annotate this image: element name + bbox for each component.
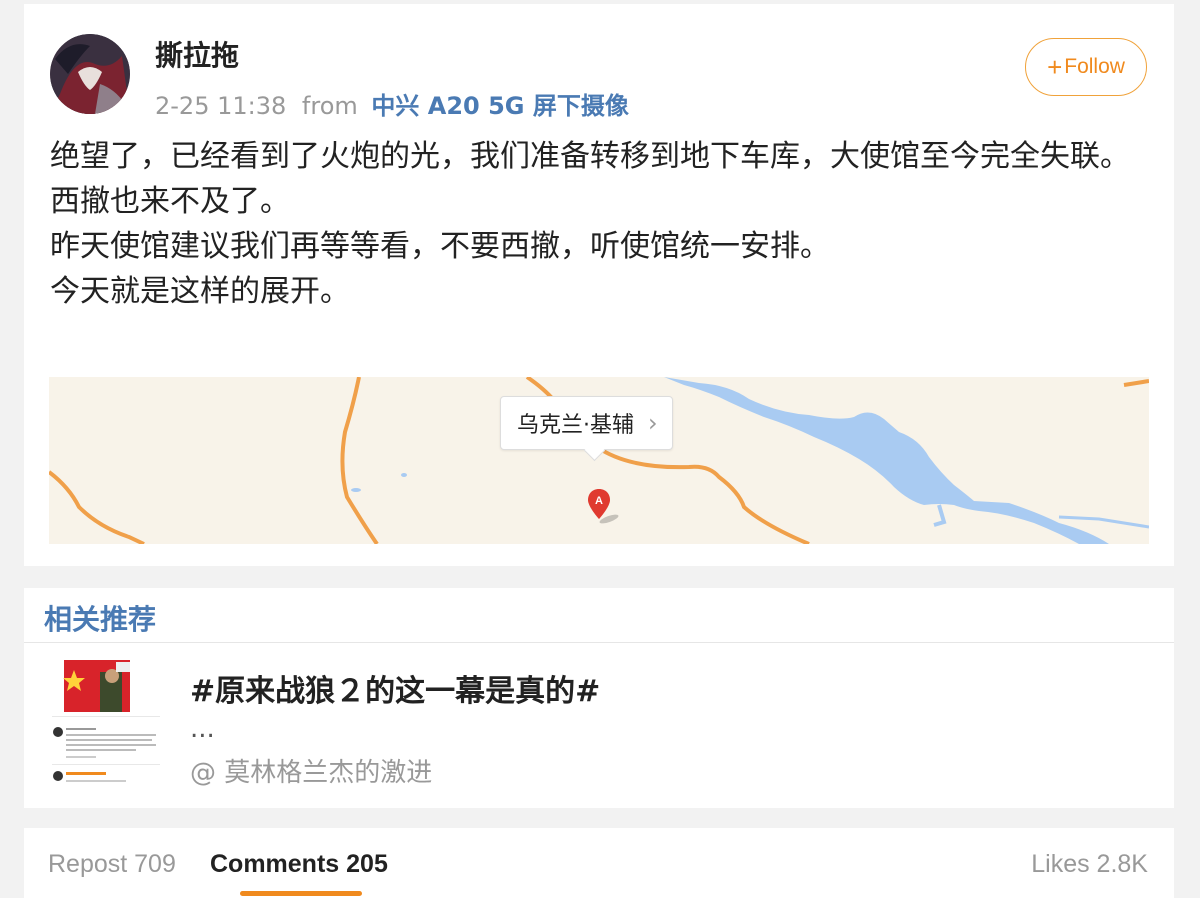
comments-tab[interactable]: Comments 205 [210,850,388,879]
map-pin-label: A [595,495,603,507]
post-text-line: 西撤也来不及了。 [50,184,290,219]
post-card: 撕拉拖 2-25 11:38 from 中兴 A20 5G 屏下摄像 + Fol… [24,4,1174,566]
location-map[interactable]: 乌克兰·基辅 › A [49,377,1149,544]
post-text-line: 今天就是这样的展开。 [50,274,350,309]
related-title: 相关推荐 [44,603,157,636]
post-time: 2-25 11:38 [155,92,287,120]
repost-tab[interactable]: Repost 709 [48,850,176,879]
username[interactable]: 撕拉拖 [155,34,239,74]
avatar-image [50,34,130,114]
post-meta: 2-25 11:38 from 中兴 A20 5G 屏下摄像 [155,86,629,121]
related-ellipsis: ... [190,714,215,744]
follow-button[interactable]: + Follow [1025,38,1147,96]
divider [24,642,1174,643]
likes-tab[interactable]: Likes 2.8K [1031,850,1148,879]
active-tab-indicator [240,891,362,896]
follow-label: Follow [1064,55,1125,78]
post-from-label: from [301,92,358,120]
chevron-right-icon: › [648,409,658,437]
related-thumbnail[interactable] [52,660,160,786]
avatar[interactable] [50,34,130,114]
related-card: 相关推荐 #原来战狼２的这一幕是真的# ... @ 莫林格兰杰的激进 [24,588,1174,808]
post-actions-bar: Repost 709 Comments 205 Likes 2.8K [24,828,1174,898]
related-author[interactable]: @ 莫林格兰杰的激进 [190,752,432,789]
post-text-line: 昨天使馆建议我们再等等看，不要西撤，听使馆统一安排。 [50,229,830,264]
related-headline[interactable]: #原来战狼２的这一幕是真的# [190,666,600,710]
location-name: 乌克兰·基辅 [517,413,634,438]
plus-icon: + [1047,52,1063,82]
post-source[interactable]: 中兴 A20 5G 屏下摄像 [371,92,628,120]
post-text: 绝望了，已经看到了火炮的光，我们准备转移到地下车库，大使馆至今完全失联。 西撤也… [50,134,1150,314]
location-label[interactable]: 乌克兰·基辅 › [500,396,673,462]
post-text-line: 绝望了，已经看到了火炮的光，我们准备转移到地下车库，大使馆至今完全失联。 [50,139,1130,174]
